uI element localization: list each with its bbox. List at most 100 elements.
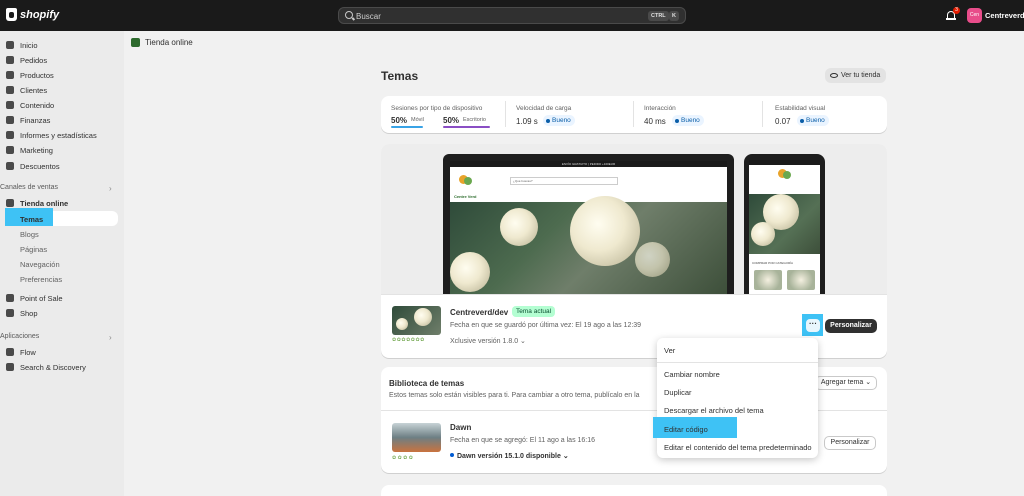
customize-button[interactable]: Personalizar xyxy=(824,436,876,450)
chevron-down-icon: ⌄ xyxy=(520,338,526,345)
sidebar-item-marketing[interactable]: Marketing xyxy=(0,143,124,158)
sidebar-sub-paginas[interactable]: Páginas xyxy=(20,245,47,254)
more-actions-button[interactable]: ··· xyxy=(806,319,820,332)
chevron-right-icon[interactable]: › xyxy=(109,333,112,342)
customize-button[interactable]: Personalizar xyxy=(825,319,877,333)
divider xyxy=(762,101,763,127)
theme-added-date: Fecha en que se agregó: El 11 ago a las … xyxy=(450,437,596,444)
notification-count: 3 xyxy=(953,7,960,14)
discount-icon xyxy=(6,162,14,170)
chevron-right-icon[interactable]: › xyxy=(109,184,112,193)
search-discovery-icon xyxy=(6,363,14,371)
sidebar-item-point-of-sale[interactable]: Point of Sale xyxy=(0,291,124,306)
top-bar: shopify CTRL K 3 Cen Centreverd xyxy=(0,0,1024,31)
theme-preview[interactable]: ENVÍO GRATUITO | PEDIDO +100EUR Centre V… xyxy=(381,144,887,294)
category-thumb xyxy=(754,270,782,290)
current-theme-card: ENVÍO GRATUITO | PEDIDO +100EUR Centre V… xyxy=(381,144,887,358)
menu-item-edit-default-content[interactable]: Editar el contenido del tema predetermin… xyxy=(664,443,812,452)
next-card xyxy=(381,485,887,496)
sidebar-item-informes[interactable]: Informes y estadísticas xyxy=(0,128,124,143)
divider xyxy=(657,362,818,363)
shopify-logo[interactable]: shopify xyxy=(6,8,59,21)
notifications-bell-icon[interactable]: 3 xyxy=(946,7,960,20)
sales-channels-heading[interactable]: Canales de ventas xyxy=(0,184,58,191)
menu-item-rename[interactable]: Cambiar nombre xyxy=(664,370,720,379)
pos-icon xyxy=(6,294,14,302)
apps-heading[interactable]: Aplicaciones xyxy=(0,333,39,340)
sidebar: Inicio Pedidos Productos Clientes Conten… xyxy=(0,31,124,496)
desktop-preview: ENVÍO GRATUITO | PEDIDO +100EUR Centre V… xyxy=(443,154,734,294)
bank-icon xyxy=(6,116,14,124)
person-icon xyxy=(6,86,14,94)
sidebar-item-inicio[interactable]: Inicio xyxy=(0,38,124,53)
user-avatar[interactable]: Cen xyxy=(967,8,982,23)
theme-version[interactable]: Dawn versión 15.1.0 disponible ⌄ xyxy=(450,452,569,460)
thumbnail-flowers: ✿ ✿ ✿ ✿ xyxy=(392,455,413,461)
speed-value: 1.09 s xyxy=(516,117,538,126)
sidebar-item-pedidos[interactable]: Pedidos xyxy=(0,53,124,68)
orders-icon xyxy=(6,56,14,64)
target-icon xyxy=(6,146,14,154)
flow-icon xyxy=(6,348,14,356)
sidebar-sub-preferencias[interactable]: Preferencias xyxy=(20,275,62,284)
sidebar-item-finanzas[interactable]: Finanzas xyxy=(0,113,124,128)
sidebar-item-flow[interactable]: Flow xyxy=(0,345,124,360)
sidebar-item-descuentos[interactable]: Descuentos xyxy=(0,159,124,174)
search-input[interactable] xyxy=(356,10,556,22)
metrics-card: Sesiones por tipo de dispositivo 50% Móv… xyxy=(381,96,887,133)
sidebar-sub-blogs[interactable]: Blogs xyxy=(20,230,39,239)
sidebar-item-label: Point of Sale xyxy=(20,294,63,303)
theme-saved-date: Fecha en que se guardó por última vez: E… xyxy=(450,322,642,329)
stability-value: 0.07 xyxy=(775,117,791,126)
sessions-label: Sesiones por tipo de dispositivo xyxy=(391,105,483,112)
sidebar-item-label: Clientes xyxy=(20,86,48,95)
divider xyxy=(505,101,506,127)
store-icon xyxy=(131,38,140,47)
desktop-pct: 50% xyxy=(443,116,460,125)
sidebar-sub-navegacion[interactable]: Navegación xyxy=(20,260,60,269)
view-store-button[interactable]: Ver tu tienda xyxy=(825,68,886,83)
logo-text: shopify xyxy=(20,8,60,21)
add-theme-button[interactable]: Agregar tema ⌄ xyxy=(815,376,877,390)
sidebar-sub-temas[interactable]: Temas xyxy=(20,215,43,224)
menu-item-duplicate[interactable]: Duplicar xyxy=(664,388,692,397)
theme-thumbnail xyxy=(392,423,441,452)
shop-icon xyxy=(6,309,14,317)
desktop-underline xyxy=(443,126,490,128)
category-thumb xyxy=(787,270,815,290)
menu-item-edit-code[interactable]: Editar código xyxy=(664,425,708,434)
sidebar-item-shop[interactable]: Shop xyxy=(0,306,124,321)
chart-icon xyxy=(6,131,14,139)
sidebar-item-contenido[interactable]: Contenido xyxy=(0,98,124,113)
search-bar[interactable]: CTRL K xyxy=(338,7,686,24)
divider xyxy=(381,294,887,295)
sidebar-item-label: Flow xyxy=(20,348,36,357)
theme-actions-menu: Ver Cambiar nombre Duplicar Descargar el… xyxy=(657,338,818,458)
page-title: Temas xyxy=(381,69,419,83)
current-theme-badge: Tema actual xyxy=(512,306,556,317)
kbd-ctrl: CTRL xyxy=(648,11,669,21)
mobile-label: Móvil xyxy=(411,117,424,123)
shopify-bag-icon xyxy=(6,8,17,21)
preview-announcement: ENVÍO GRATUITO | PEDIDO +100EUR xyxy=(450,161,727,167)
sidebar-item-clientes[interactable]: Clientes xyxy=(0,83,124,98)
sidebar-item-search-discovery[interactable]: Search & Discovery xyxy=(0,360,124,375)
menu-item-download[interactable]: Descargar el archivo del tema xyxy=(664,406,764,415)
user-name[interactable]: Centreverd xyxy=(985,11,1024,20)
breadcrumb[interactable]: Tienda online xyxy=(145,38,193,47)
eye-icon xyxy=(830,73,838,78)
sidebar-item-label: Pedidos xyxy=(20,56,48,65)
sidebar-item-label: Descuentos xyxy=(20,162,60,171)
preview-brand-name: Centre Verd xyxy=(454,194,477,199)
sidebar-item-label: Inicio xyxy=(20,41,38,50)
menu-item-ver[interactable]: Ver xyxy=(664,346,675,355)
sidebar-item-productos[interactable]: Productos xyxy=(0,68,124,83)
library-description: Estos temas solo están visibles para ti.… xyxy=(389,392,640,399)
mobile-underline xyxy=(391,126,423,128)
hero-image xyxy=(749,194,820,254)
theme-version[interactable]: Xclusive versión 1.8.0 ⌄ xyxy=(450,337,526,345)
home-icon xyxy=(6,41,14,49)
theme-name: Centreverd/dev xyxy=(450,308,509,317)
interaction-label: Interacción xyxy=(644,105,676,112)
speed-label: Velocidad de carga xyxy=(516,105,572,112)
